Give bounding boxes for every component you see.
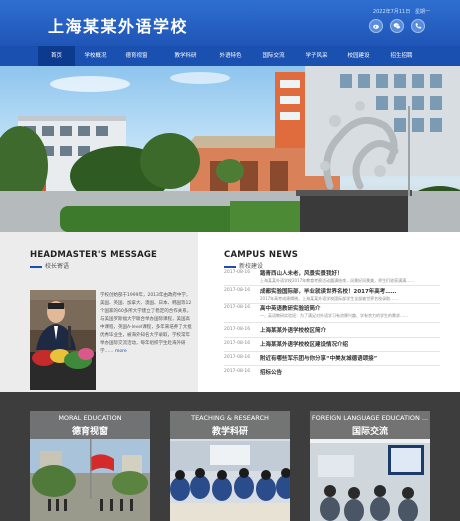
card-title-en: FOREIGN LANGUAGE EDUCATION ...: [311, 414, 429, 422]
divider: [224, 303, 440, 304]
news-item-title[interactable]: 上海某某外语学校校区简介: [260, 326, 326, 334]
hero-banner: [0, 66, 460, 232]
main-nav: 首页 学校概况 德育视窗 教学科研 外语特色 国际交流 学子风采 校园建设 招生…: [0, 46, 460, 66]
nav-item-campus[interactable]: 校园建设: [340, 46, 377, 66]
divider: [224, 365, 440, 366]
weekday-text: 星期一: [414, 9, 430, 15]
site-header: 上海某某外语学校 2022年7月11日 星期一: [0, 0, 460, 46]
news-item[interactable]: 2017-08-16 高中英语教研实验班简介 一、英语教研实验班：为了满足对外语…: [224, 305, 439, 327]
card-header: TEACHING & RESEARCH 教学科研: [170, 411, 290, 439]
news-item-desc: 上海某某外语学校2017年教育考察活动圆满结束，风景好风景美，师生们收获满满……: [260, 278, 415, 283]
card-title-cn: 国际交流: [351, 427, 388, 437]
headmaster-subtitle-text: 校长寄语: [45, 263, 70, 270]
weibo-icon[interactable]: [369, 19, 383, 33]
headmaster-photo: [30, 290, 96, 390]
headmaster-message-text: 学校创始部于1999年，2013年由政府中学，美国、英国、加拿大、澳国、日本、韩…: [100, 293, 192, 354]
card-teaching-research[interactable]: TEACHING & RESEARCH 教学科研: [170, 411, 290, 521]
divider: [224, 322, 440, 323]
card-header: FOREIGN LANGUAGE EDUCATION ... 国际交流: [310, 411, 430, 439]
news-subtitle: 新校建设: [224, 261, 263, 270]
nav-item-international[interactable]: 国际交流: [255, 46, 292, 66]
site-logo[interactable]: 上海某某外语学校: [48, 13, 188, 37]
news-item-desc: 一、英语教研实验班：为了满足对外语学习有浓厚兴趣、学有余力的学生的需求……: [260, 313, 408, 318]
card-title-cn: 德育视窗: [71, 427, 108, 437]
accent-bar: [224, 265, 236, 268]
news-item-title[interactable]: 成都实验国际部，毕业就读世界名校！2017年高考……: [260, 287, 396, 295]
headmaster-subtitle: 校长寄语: [30, 261, 69, 270]
date-info: 2022年7月11日 星期一: [373, 8, 430, 15]
news-date: 2017-08-16: [224, 288, 251, 293]
headmaster-title: HEADMASTER'S MESSAGE: [30, 250, 158, 260]
news-date: 2017-08-16: [224, 341, 251, 346]
nav-item-admission[interactable]: 招生招聘: [383, 46, 420, 66]
news-title: CAMPUS NEWS: [224, 250, 299, 260]
news-date: 2017-08-16: [224, 270, 251, 275]
news-date: 2017-08-16: [224, 369, 251, 374]
wechat-icon[interactable]: [390, 19, 404, 33]
divider: [224, 337, 440, 338]
news-item[interactable]: 2017-08-16 招标公告: [224, 369, 439, 381]
card-foreign-language[interactable]: FOREIGN LANGUAGE EDUCATION ... 国际交流: [310, 411, 430, 521]
news-date: 2017-08-16: [224, 355, 251, 360]
news-item-title[interactable]: 上海某某外语学校校区建设情况介绍: [260, 340, 348, 348]
nav-item-moral[interactable]: 德育视窗: [118, 46, 155, 66]
card-title-en: MORAL EDUCATION: [58, 414, 122, 422]
nav-item-teaching[interactable]: 教学科研: [167, 46, 204, 66]
date-text: 2022年7月11日: [372, 9, 411, 15]
phone-icon[interactable]: [411, 19, 425, 33]
divider: [224, 351, 440, 352]
news-date: 2017-08-16: [224, 327, 251, 332]
more-link[interactable]: more: [115, 349, 127, 354]
news-item-title[interactable]: 踏青西山人未老，风景实景我好！: [260, 269, 343, 277]
nav-item-language[interactable]: 外语特色: [212, 46, 249, 66]
nav-item-students[interactable]: 学子风采: [298, 46, 335, 66]
news-item-title[interactable]: 附近有哪些军乐团与你分享“中美友城德语颂接”: [260, 354, 377, 362]
card-title-cn: 教学科研: [211, 427, 248, 437]
divider: [224, 285, 440, 286]
card-moral-education[interactable]: MORAL EDUCATION 德育视窗: [30, 411, 150, 521]
card-header: MORAL EDUCATION 德育视窗: [30, 411, 150, 439]
nav-item-home[interactable]: 首页: [38, 46, 75, 66]
card-title-en: TEACHING & RESEARCH: [191, 414, 269, 422]
news-item-desc: 2017年高考成绩揭晓，上海某某外语学校国际部学生全部被世界名校录取……: [260, 296, 399, 301]
nav-item-about[interactable]: 学校概况: [77, 46, 114, 66]
news-item-title[interactable]: 招标公告: [260, 368, 282, 376]
accent-bar: [30, 265, 42, 268]
headmaster-message: 学校创始部于1999年，2013年由政府中学，美国、英国、加拿大、澳国、日本、韩…: [100, 292, 194, 356]
news-date: 2017-08-16: [224, 305, 251, 310]
news-item-title[interactable]: 高中英语教研实验班简介: [260, 304, 321, 312]
campus-photo: [0, 66, 460, 232]
